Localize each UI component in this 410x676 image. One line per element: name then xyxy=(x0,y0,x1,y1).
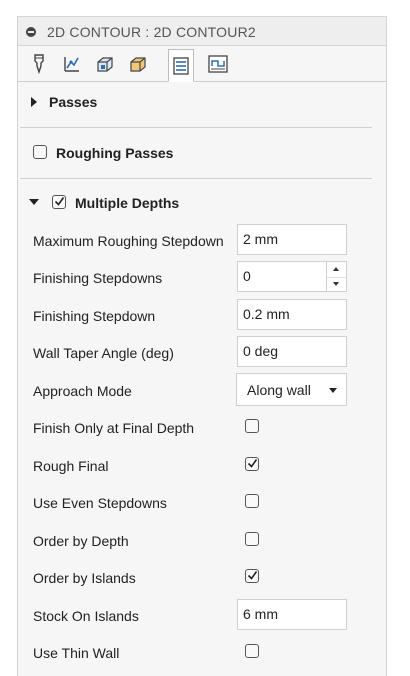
multiple-depths-header[interactable]: Multiple Depths xyxy=(18,187,386,217)
finishing-stepdowns-stepper xyxy=(327,261,347,292)
passes-section-title: Passes xyxy=(49,94,98,110)
field-label: Finishing Stepdowns xyxy=(33,270,163,286)
field-label: Order by Islands xyxy=(33,570,136,586)
order-by-islands-row: Order by Islands xyxy=(18,562,386,598)
finishing-stepdowns-row: Finishing Stepdowns 0 xyxy=(18,261,386,297)
check-icon xyxy=(54,197,65,206)
finish-only-final-depth-checkbox[interactable] xyxy=(245,419,259,433)
geometry-icon xyxy=(64,57,79,72)
field-label: Wall Taper Angle (deg) xyxy=(33,345,174,361)
field-label: Finishing Stepdown xyxy=(33,308,156,324)
approach-mode-select[interactable]: Along wall xyxy=(236,373,347,406)
use-thin-wall-checkbox[interactable] xyxy=(245,644,259,658)
field-label: Maximum Roughing Stepdown xyxy=(33,233,224,249)
order-by-islands-checkbox[interactable] xyxy=(245,569,259,583)
finishing-stepdown-input[interactable]: 0.2 mm xyxy=(237,299,347,330)
stock-on-islands-input[interactable]: 6 mm xyxy=(237,599,347,630)
multiple-depths-checkbox[interactable] xyxy=(52,195,66,209)
approach-mode-value: Along wall xyxy=(247,382,311,398)
check-icon xyxy=(247,459,258,468)
dropdown-caret-icon xyxy=(329,388,337,393)
expand-arrow-icon[interactable] xyxy=(31,97,37,107)
finishing-stepdowns-input[interactable]: 0 xyxy=(237,261,327,292)
field-label: Order by Depth xyxy=(33,533,129,549)
use-even-stepdowns-row: Use Even Stepdowns xyxy=(18,487,386,523)
finishing-stepdown-row: Finishing Stepdown 0.2 mm xyxy=(18,299,386,335)
roughing-passes-title: Roughing Passes xyxy=(56,145,174,161)
passes-section-header[interactable]: Passes xyxy=(18,87,386,117)
field-label: Rough Final xyxy=(33,458,109,474)
stock-on-islands-row: Stock On Islands 6 mm xyxy=(18,599,386,635)
check-icon xyxy=(247,571,258,580)
max-roughing-stepdown-row: Maximum Roughing Stepdown 2 mm xyxy=(18,224,386,260)
tool-icon xyxy=(34,54,44,74)
rough-final-checkbox[interactable] xyxy=(245,457,259,471)
max-roughing-stepdown-input[interactable]: 2 mm xyxy=(237,224,347,255)
rough-final-row: Rough Final xyxy=(18,450,386,486)
use-even-stepdowns-checkbox[interactable] xyxy=(245,494,259,508)
panel-title-bar: 2D CONTOUR : 2D CONTOUR2 xyxy=(18,16,386,46)
field-label: Stock On Islands xyxy=(33,608,139,624)
order-by-depth-checkbox[interactable] xyxy=(245,532,259,546)
tab-linking[interactable] xyxy=(205,50,231,78)
increment-arrow-icon[interactable] xyxy=(327,262,346,278)
tab-geometry[interactable] xyxy=(59,50,85,78)
roughing-passes-header[interactable]: Roughing Passes xyxy=(18,137,386,167)
heights-icon xyxy=(97,57,113,72)
tab-passes[interactable] xyxy=(168,49,194,82)
collapse-icon[interactable] xyxy=(26,27,36,37)
linking-icon xyxy=(208,55,228,73)
wall-taper-angle-row: Wall Taper Angle (deg) 0 deg xyxy=(18,336,386,372)
finish-only-final-depth-row: Finish Only at Final Depth xyxy=(18,412,386,448)
tab-tool[interactable] xyxy=(26,50,52,78)
field-label: Approach Mode xyxy=(33,383,132,399)
field-label: Use Even Stepdowns xyxy=(33,495,167,511)
order-by-depth-row: Order by Depth xyxy=(18,525,386,561)
stock-icon xyxy=(130,57,146,72)
roughing-passes-checkbox[interactable] xyxy=(33,145,47,159)
wall-taper-angle-input[interactable]: 0 deg xyxy=(237,336,347,367)
panel-title: 2D CONTOUR : 2D CONTOUR2 xyxy=(47,24,256,40)
use-thin-wall-row: Use Thin Wall xyxy=(18,637,386,673)
tab-heights[interactable] xyxy=(92,50,118,78)
tab-bar xyxy=(18,46,386,82)
passes-icon xyxy=(173,56,189,75)
approach-mode-row: Approach Mode Along wall xyxy=(18,373,386,409)
operation-panel: 2D CONTOUR : 2D CONTOUR2 Passes Roughing… xyxy=(17,16,387,676)
collapse-arrow-icon[interactable] xyxy=(29,199,39,205)
divider xyxy=(20,127,372,128)
field-label: Use Thin Wall xyxy=(33,645,120,661)
tab-stock[interactable] xyxy=(125,50,151,78)
field-label: Finish Only at Final Depth xyxy=(33,420,195,436)
multiple-depths-title: Multiple Depths xyxy=(75,195,180,211)
divider xyxy=(20,178,372,179)
decrement-arrow-icon[interactable] xyxy=(327,277,346,292)
